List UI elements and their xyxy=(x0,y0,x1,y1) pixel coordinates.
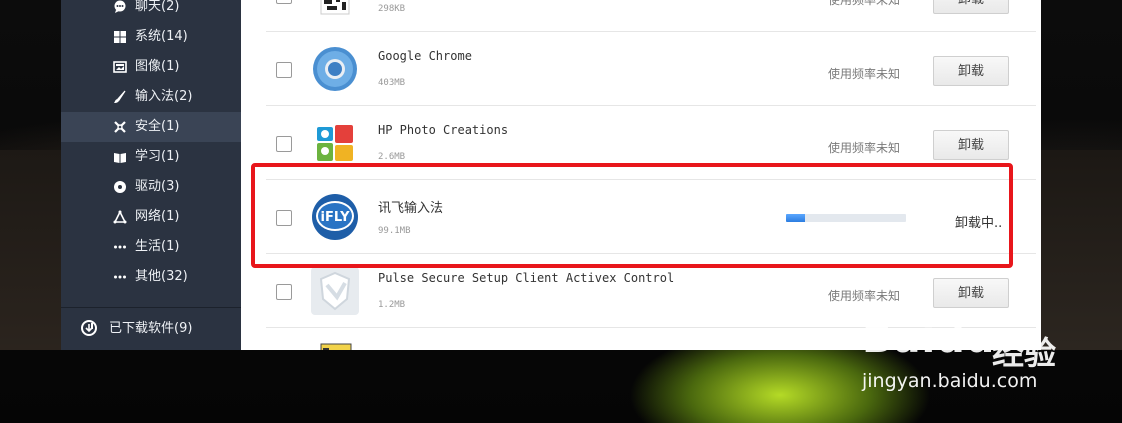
app-size: 1.2MB xyxy=(378,300,406,310)
sidebar-item-label: 安全(1) xyxy=(135,119,180,134)
uninstall-button[interactable]: 卸载 xyxy=(933,56,1009,86)
dots-icon xyxy=(113,270,127,284)
sidebar-item-label: 其他(32) xyxy=(135,269,188,284)
dots-icon xyxy=(113,240,127,254)
row-checkbox[interactable] xyxy=(276,284,292,300)
disc-icon xyxy=(113,180,127,194)
watermark-url: jingyan.baidu.com xyxy=(862,370,1038,392)
sidebar-item-driver[interactable]: 驱动(3) xyxy=(61,172,241,202)
watermark-logo: Baidu xyxy=(862,316,996,362)
downloaded-software-button[interactable]: 已下载软件(9) xyxy=(61,308,241,350)
highlight-box xyxy=(251,163,1013,268)
usage-frequency: 使用频率未知 xyxy=(828,141,901,155)
brush-icon xyxy=(113,90,127,104)
list-item: Google Chrome 403MB 使用频率未知 卸载 xyxy=(266,32,1036,106)
baidu-jingyan-watermark: Baidu 经验 jingyan.baidu.com xyxy=(862,298,1062,398)
chat-icon xyxy=(113,0,127,14)
sidebar-item-label: 驱动(3) xyxy=(135,179,180,194)
sidebar-item-chat[interactable]: 聊天(2) xyxy=(61,0,241,22)
usage-frequency: 使用频率未知 xyxy=(828,67,901,81)
sidebar-item-life[interactable]: 生活(1) xyxy=(61,232,241,262)
sidebar-item-label: 系统(14) xyxy=(135,29,188,44)
app-partial-icon xyxy=(311,340,359,350)
app-name: Pulse Secure Setup Client Activex Contro… xyxy=(378,271,675,285)
sidebar-item-label: 聊天(2) xyxy=(135,0,180,14)
row-checkbox[interactable] xyxy=(276,136,292,152)
sidebar-item-label: 图像(1) xyxy=(135,59,180,74)
image-icon xyxy=(113,60,127,74)
security-icon xyxy=(113,120,127,134)
app-size: 298KB xyxy=(378,4,406,14)
list-item: 298KB 使用频率未知 卸载 xyxy=(266,0,1036,32)
uninstall-button[interactable]: 卸载 xyxy=(933,0,1009,14)
usage-frequency: 使用频率未知 xyxy=(828,0,901,7)
book-icon xyxy=(113,150,127,164)
sidebar-item-label: 学习(1) xyxy=(135,149,180,164)
category-sidebar: 聊天(2) 系统(14) 图像(1) 输入法(2) 安全(1) 学习(1) 驱动… xyxy=(61,0,241,350)
chrome-icon xyxy=(311,45,359,93)
sidebar-item-security[interactable]: 安全(1) xyxy=(61,112,241,142)
sidebar-item-label: 网络(1) xyxy=(135,209,180,224)
sidebar-item-label: 输入法(2) xyxy=(135,89,193,104)
sidebar-item-image[interactable]: 图像(1) xyxy=(61,52,241,82)
pulse-secure-icon xyxy=(311,267,359,315)
app-size: 403MB xyxy=(378,78,406,88)
background-mountain-left xyxy=(0,150,62,350)
sidebar-item-label: 生活(1) xyxy=(135,239,180,254)
uninstall-button[interactable]: 卸载 xyxy=(933,130,1009,160)
sidebar-item-other[interactable]: 其他(32) xyxy=(61,262,241,292)
watermark-brand: 经验 xyxy=(992,334,1057,372)
network-icon xyxy=(113,210,127,224)
download-icon xyxy=(81,320,97,336)
app-name: HP Photo Creations xyxy=(378,123,509,137)
downloaded-software-label: 已下载软件(9) xyxy=(109,321,193,336)
hp-photo-creations-icon xyxy=(311,119,359,167)
app-name: Google Chrome xyxy=(378,49,472,63)
windows-icon xyxy=(113,30,127,44)
row-checkbox[interactable] xyxy=(276,62,292,78)
app-qr-icon xyxy=(311,0,359,20)
sidebar-item-input-method[interactable]: 输入法(2) xyxy=(61,82,241,112)
app-size: 2.6MB xyxy=(378,152,406,162)
sidebar-item-network[interactable]: 网络(1) xyxy=(61,202,241,232)
sidebar-item-study[interactable]: 学习(1) xyxy=(61,142,241,172)
sidebar-item-system[interactable]: 系统(14) xyxy=(61,22,241,52)
row-checkbox[interactable] xyxy=(276,0,292,4)
